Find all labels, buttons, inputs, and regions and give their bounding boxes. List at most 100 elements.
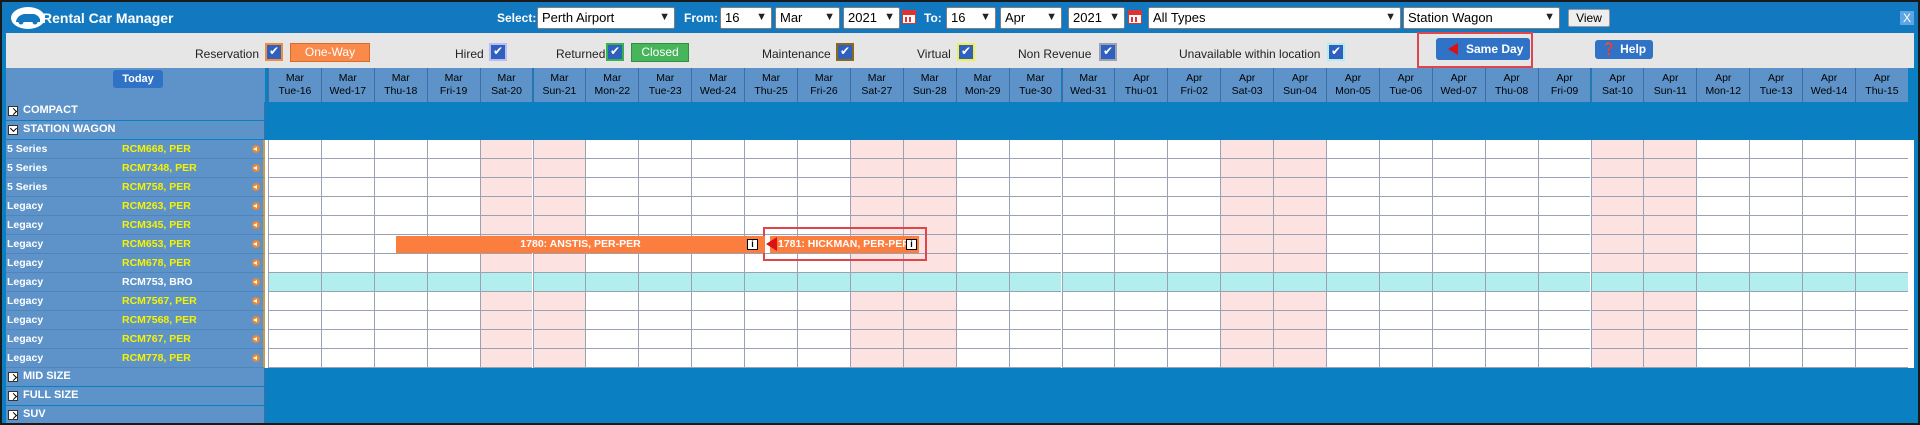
- day-cell[interactable]: [1802, 292, 1855, 311]
- day-cell[interactable]: [268, 197, 321, 216]
- day-cell[interactable]: [638, 273, 692, 292]
- day-cell[interactable]: [638, 140, 692, 159]
- info-icon[interactable]: i: [906, 239, 917, 250]
- day-cell[interactable]: [797, 292, 850, 311]
- help-button[interactable]: ❓ Help: [1595, 40, 1653, 59]
- day-cell[interactable]: [1590, 235, 1644, 254]
- types-select[interactable]: All Types ▼: [1148, 7, 1401, 29]
- day-cell[interactable]: [426, 197, 480, 216]
- day-cell[interactable]: [1749, 273, 1803, 292]
- day-cell[interactable]: [1802, 178, 1855, 197]
- day-cell[interactable]: [1008, 178, 1062, 197]
- from-calendar-icon[interactable]: [902, 10, 916, 24]
- day-cell[interactable]: [320, 159, 374, 178]
- day-cell[interactable]: [1008, 197, 1062, 216]
- day-cell[interactable]: [1008, 292, 1062, 311]
- day-cell[interactable]: [585, 254, 639, 273]
- day-cell[interactable]: [1643, 292, 1697, 311]
- category-row[interactable]: FULL SIZE: [6, 387, 1914, 405]
- day-cell[interactable]: [744, 292, 797, 311]
- category-select[interactable]: Station Wagon ▼: [1403, 7, 1560, 29]
- day-cell[interactable]: [479, 159, 533, 178]
- day-cell[interactable]: [849, 197, 903, 216]
- day-cell[interactable]: [426, 311, 480, 330]
- day-cell[interactable]: [1696, 292, 1750, 311]
- day-cell[interactable]: [320, 311, 374, 330]
- day-cell[interactable]: [1643, 330, 1697, 349]
- day-cell[interactable]: [1802, 349, 1855, 368]
- day-cell[interactable]: [1855, 140, 1908, 159]
- day-cell[interactable]: [1008, 330, 1062, 349]
- day-cell[interactable]: [532, 349, 586, 368]
- day-cell[interactable]: [1590, 197, 1644, 216]
- day-cell[interactable]: [1008, 216, 1062, 235]
- day-cell[interactable]: [691, 178, 745, 197]
- day-cell[interactable]: [373, 159, 427, 178]
- day-cell[interactable]: [1167, 273, 1221, 292]
- day-cell[interactable]: [902, 159, 956, 178]
- day-cell[interactable]: [1061, 140, 1115, 159]
- day-cell[interactable]: [1855, 178, 1908, 197]
- day-cell[interactable]: [1537, 273, 1591, 292]
- day-cell[interactable]: [1273, 197, 1326, 216]
- day-cell[interactable]: [1855, 197, 1908, 216]
- day-cell[interactable]: [1008, 254, 1062, 273]
- vehicle-move-icon[interactable]: [252, 316, 260, 324]
- day-cell[interactable]: [1431, 330, 1485, 349]
- day-cell[interactable]: [268, 292, 321, 311]
- day-cell[interactable]: [1537, 349, 1591, 368]
- day-cell[interactable]: [691, 273, 745, 292]
- day-cell[interactable]: [1484, 140, 1538, 159]
- to-day-select[interactable]: 16 ▼: [946, 7, 996, 29]
- day-cell[interactable]: [1855, 254, 1908, 273]
- day-cell[interactable]: [268, 254, 321, 273]
- day-cell[interactable]: [1061, 216, 1115, 235]
- day-cell[interactable]: [268, 178, 321, 197]
- day-cell[interactable]: [320, 178, 374, 197]
- reservation-bar[interactable]: 1781: HICKMAN, PER-PER i: [770, 236, 919, 253]
- day-cell[interactable]: [373, 216, 427, 235]
- day-cell[interactable]: [638, 330, 692, 349]
- day-cell[interactable]: [1114, 254, 1168, 273]
- day-cell[interactable]: [532, 254, 586, 273]
- day-cell[interactable]: [1537, 330, 1591, 349]
- day-cell[interactable]: [744, 159, 797, 178]
- collapse-icon[interactable]: [8, 125, 18, 135]
- day-cell[interactable]: [1114, 349, 1168, 368]
- day-cell[interactable]: [1431, 140, 1485, 159]
- day-cell[interactable]: [638, 311, 692, 330]
- day-cell[interactable]: [691, 159, 745, 178]
- day-cell[interactable]: [1167, 140, 1221, 159]
- day-cell[interactable]: [585, 311, 639, 330]
- day-cell[interactable]: [1590, 273, 1644, 292]
- day-cell[interactable]: [1802, 254, 1855, 273]
- day-cell[interactable]: [479, 140, 533, 159]
- day-cell[interactable]: [1431, 254, 1485, 273]
- day-cell[interactable]: [1749, 349, 1803, 368]
- day-cell[interactable]: [1484, 292, 1538, 311]
- day-cell[interactable]: [479, 311, 533, 330]
- day-cell[interactable]: [268, 273, 321, 292]
- info-icon[interactable]: i: [747, 239, 758, 250]
- day-cell[interactable]: [1220, 140, 1274, 159]
- day-cell[interactable]: [1273, 311, 1326, 330]
- day-cell[interactable]: [320, 197, 374, 216]
- vehicle-move-icon[interactable]: [252, 164, 260, 172]
- day-cell[interactable]: [1326, 159, 1379, 178]
- day-cell[interactable]: [744, 178, 797, 197]
- non-revenue-checkbox[interactable]: [1099, 43, 1117, 61]
- day-cell[interactable]: [1802, 216, 1855, 235]
- hired-checkbox[interactable]: [489, 43, 507, 61]
- day-cell[interactable]: [1643, 216, 1697, 235]
- day-cell[interactable]: [1114, 216, 1168, 235]
- day-cell[interactable]: [1114, 273, 1168, 292]
- day-cell[interactable]: [744, 140, 797, 159]
- day-cell[interactable]: [268, 235, 321, 254]
- day-cell[interactable]: [585, 292, 639, 311]
- vehicle-move-icon[interactable]: [252, 354, 260, 362]
- day-cell[interactable]: [1855, 216, 1908, 235]
- day-cell[interactable]: [1273, 140, 1326, 159]
- vehicle-row-header[interactable]: Legacy RCM678, PER: [6, 254, 265, 273]
- day-cell[interactable]: [373, 292, 427, 311]
- day-cell[interactable]: [1696, 140, 1750, 159]
